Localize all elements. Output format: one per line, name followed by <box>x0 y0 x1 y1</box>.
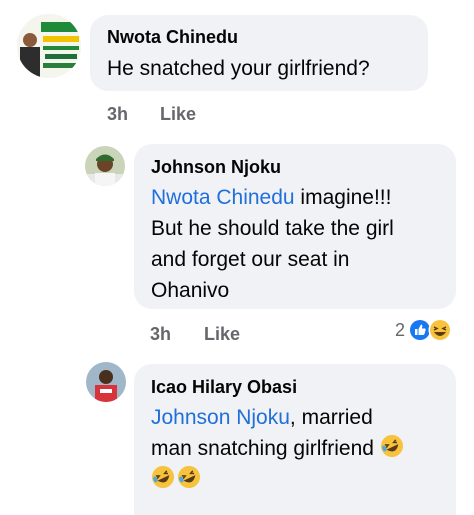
comment-text: Johnson Njoku, married man snatching gir… <box>151 402 451 495</box>
rofl-emoji <box>380 435 403 457</box>
avatar-icao-hilary-obasi[interactable] <box>86 362 126 402</box>
man-in-red-shirt-avatar <box>86 362 126 402</box>
comment-text-part: imagine!!! <box>294 186 392 209</box>
like-button[interactable]: Like <box>160 104 196 125</box>
comment-bubble: Johnson Njoku Nwota Chinedu imagine!!! B… <box>134 144 456 309</box>
comment-author[interactable]: Nwota Chinedu <box>107 27 238 48</box>
avatar-johnson-njoku[interactable] <box>85 146 125 186</box>
comment-text-part: and forget our seat in <box>151 248 350 271</box>
haha-reaction-icon <box>428 318 452 342</box>
comment-author[interactable]: Johnson Njoku <box>151 157 281 178</box>
comment-timestamp[interactable]: 3h <box>150 324 171 345</box>
comment-author[interactable]: Icao Hilary Obasi <box>151 377 297 398</box>
comment-text-part: Ohanivo <box>151 279 230 302</box>
rofl-emoji <box>152 466 174 488</box>
comment-text: Nwota Chinedu imagine!!! But he should t… <box>151 182 451 306</box>
rofl-emoji <box>178 466 200 488</box>
reaction-count: 2 <box>395 319 406 340</box>
man-in-cap-avatar <box>85 146 125 186</box>
comment-timestamp[interactable]: 3h <box>107 104 128 125</box>
comment-bubble: Nwota Chinedu He snatched your girlfrien… <box>90 15 428 91</box>
mention-link[interactable]: Nwota Chinedu <box>151 186 295 209</box>
comment-text: He snatched your girlfriend? <box>107 57 370 80</box>
mention-link[interactable]: Johnson Njoku <box>151 406 290 429</box>
comment-text-part: , married <box>289 406 373 429</box>
comment-text-part: man snatching girlfriend <box>151 437 374 460</box>
like-button[interactable]: Like <box>204 324 240 345</box>
comment-bubble: Icao Hilary Obasi Johnson Njoku, married… <box>134 364 456 515</box>
avatar-nwota-chinedu[interactable] <box>17 14 81 78</box>
comment-text-part: But he should take the girl <box>151 217 394 240</box>
campaign-poster-avatar <box>17 14 81 78</box>
reactions-summary[interactable]: 2 <box>395 318 452 342</box>
